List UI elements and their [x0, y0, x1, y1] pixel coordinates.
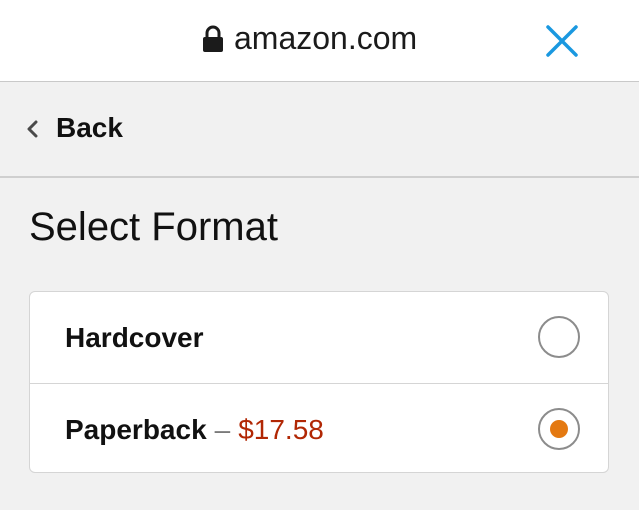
option-text: Paperback – $17.58	[65, 384, 324, 475]
format-price: $17.58	[238, 413, 324, 445]
url-display[interactable]: amazon.com	[202, 18, 417, 58]
back-button[interactable]: Back	[0, 82, 639, 178]
format-options: Hardcover Paperback – $17.58	[29, 291, 609, 473]
radio-selected-indicator	[550, 420, 568, 438]
format-label: Paperback	[65, 413, 207, 445]
lock-icon	[203, 25, 223, 52]
close-icon	[546, 25, 578, 57]
radio-button-selected[interactable]	[538, 408, 580, 450]
separator: –	[214, 413, 231, 445]
format-label: Hardcover	[65, 321, 204, 353]
chevron-left-icon	[27, 120, 38, 138]
back-label: Back	[56, 112, 123, 143]
close-button[interactable]	[541, 20, 583, 62]
format-option-paperback[interactable]: Paperback – $17.58	[30, 383, 608, 475]
radio-button[interactable]	[538, 316, 580, 358]
option-text: Hardcover	[65, 292, 204, 383]
browser-address-bar: amazon.com	[0, 0, 639, 82]
domain-label: amazon.com	[234, 19, 418, 56]
page-title: Select Format	[29, 205, 278, 249]
format-option-hardcover[interactable]: Hardcover	[30, 292, 608, 383]
